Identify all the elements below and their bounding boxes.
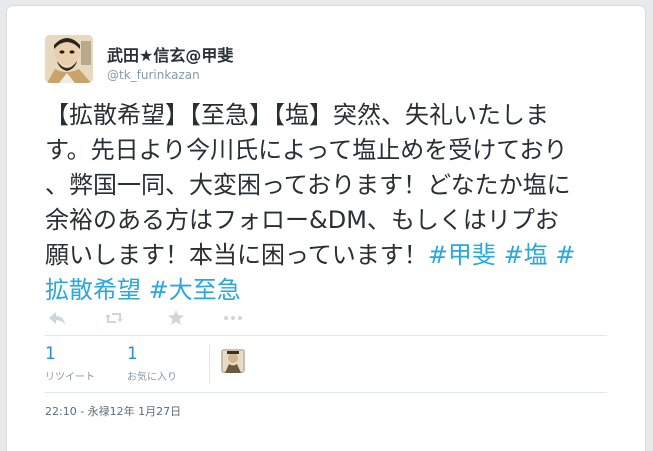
hashtag-link[interactable]: #	[555, 241, 575, 269]
tweet-text-segment: 、弊国一同、大変困っております！どなたか塩に	[45, 171, 571, 199]
tweet-text-segment	[496, 241, 504, 269]
display-name[interactable]: 武田★信玄@甲斐	[107, 42, 233, 66]
favorite-stat[interactable]: 1 お気に入り	[127, 344, 177, 383]
tweet-text-line: 拡散希望 #大至急	[45, 273, 623, 308]
tweet-text-line: 余裕のある方はフォロー&DM、もしくはリプお	[45, 203, 623, 238]
tweet-text-segment: す。先日より今川氏によって塩止めを受けており	[45, 136, 568, 164]
tweet-text-segment: 余裕のある方はフォロー&DM、もしくはリプお	[45, 206, 559, 234]
tweet-card: 武田★信玄@甲斐 @tk_furinkazan 【拡散希望】【至急】【塩】突然、…	[7, 6, 645, 451]
screen-name[interactable]: @tk_furinkazan	[107, 68, 200, 82]
retweet-count: 1	[45, 344, 56, 364]
favorite-star-icon[interactable]	[164, 306, 188, 330]
samurai-portrait-avatar	[45, 35, 93, 83]
hashtag-link[interactable]: #甲斐	[428, 241, 496, 269]
retweet-stat[interactable]: 1 リツイート	[45, 344, 95, 383]
retweet-label: リツイート	[45, 372, 95, 383]
favoriter-avatar[interactable]	[221, 349, 245, 373]
hashtag-link[interactable]: #塩	[504, 241, 548, 269]
divider-top	[45, 335, 607, 336]
samurai-portrait-avatar	[221, 349, 245, 373]
favorite-label: お気に入り	[127, 372, 177, 383]
tweet-text-segment	[141, 276, 149, 304]
user-avatar[interactable]	[45, 35, 93, 83]
tweet-text-line: 、弊国一同、大変困っております！どなたか塩に	[45, 168, 623, 203]
tweet-timestamp[interactable]: 22:10 - 永禄12年 1月27日	[45, 403, 181, 419]
tweet-text-line: 【拡散希望】【至急】【塩】突然、失礼いたしま	[45, 98, 623, 133]
tweet-text-line: 願いします！本当に困っています！#甲斐 #塩 #	[45, 238, 623, 273]
more-dots-icon[interactable]	[221, 306, 245, 330]
tweet-text-line: す。先日より今川氏によって塩止めを受けており	[45, 133, 623, 168]
retweet-icon[interactable]	[102, 306, 126, 330]
tweet-text-segment: 【拡散希望】【至急】【塩】突然、失礼いたしま	[45, 101, 549, 129]
divider-bottom	[45, 392, 607, 393]
reply-icon[interactable]	[45, 306, 69, 330]
stats-separator	[209, 344, 210, 384]
tweet-text-segment: 願いします！本当に困っています！	[45, 241, 428, 269]
hashtag-link[interactable]: 拡散希望	[45, 276, 141, 304]
tweet-text: 【拡散希望】【至急】【塩】突然、失礼いたしま す。先日より今川氏によって塩止めを受…	[45, 98, 623, 308]
favorite-count: 1	[127, 344, 138, 364]
hashtag-link[interactable]: #大至急	[149, 276, 241, 304]
